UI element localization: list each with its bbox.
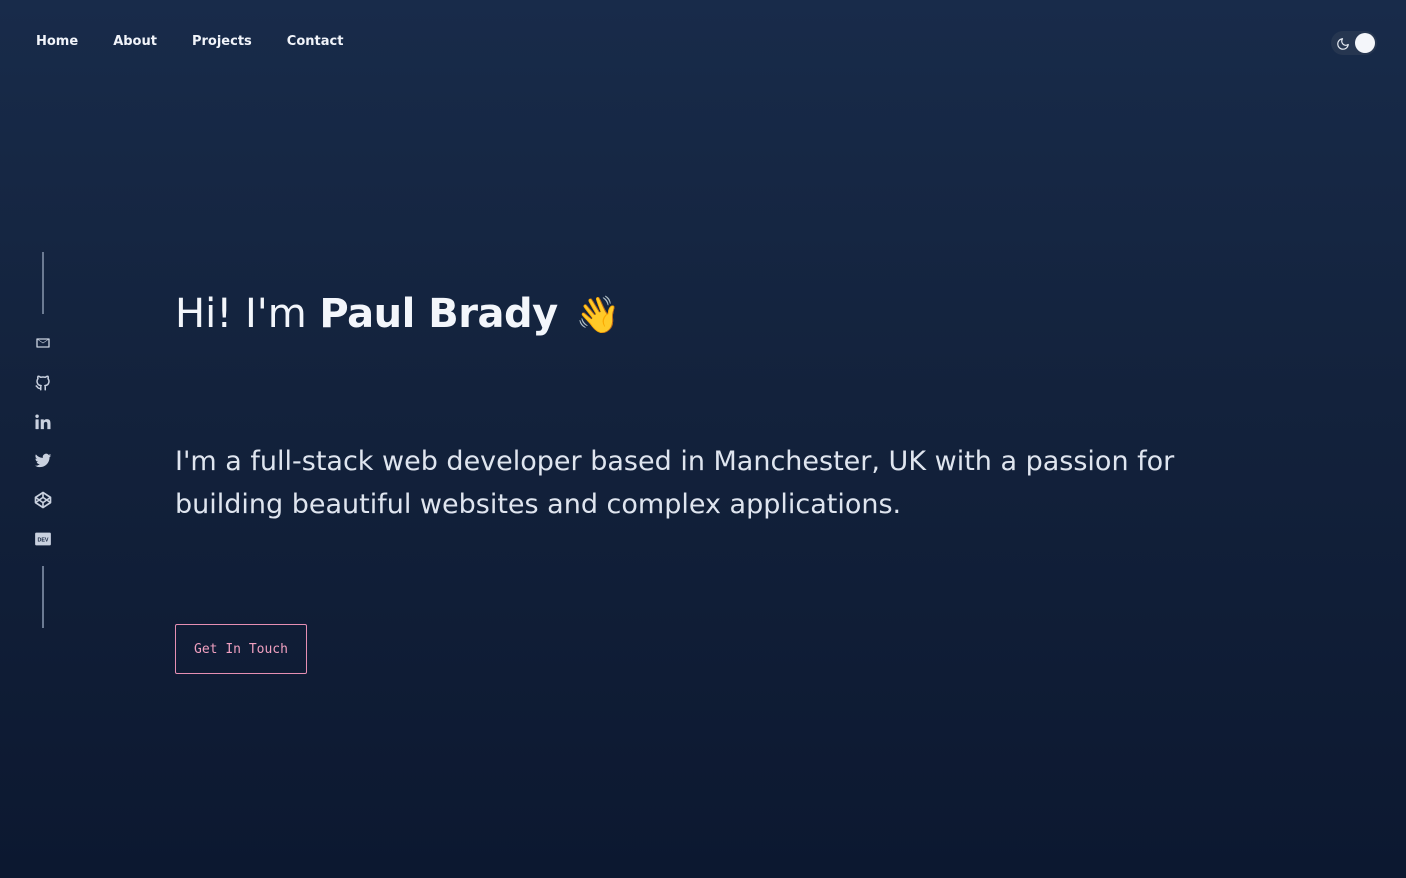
hero-name: Paul Brady — [319, 291, 558, 337]
sidebar-divider-top — [42, 252, 44, 314]
top-nav: Home About Projects Contact — [36, 33, 378, 51]
nav-contact-link[interactable]: Contact — [287, 33, 344, 51]
sidebar-divider-bottom — [42, 566, 44, 628]
dev-link[interactable]: DEV — [30, 530, 56, 550]
dev-icon: DEV — [30, 530, 56, 548]
twitter-link[interactable] — [30, 452, 56, 472]
toggle-knob — [1355, 33, 1375, 53]
nav-about-link[interactable]: About — [113, 33, 157, 51]
wave-emoji-icon: 👋 — [575, 295, 621, 336]
twitter-icon — [30, 452, 56, 470]
nav-home-link[interactable]: Home — [36, 33, 78, 51]
codepen-icon — [30, 491, 56, 509]
theme-toggle[interactable] — [1331, 31, 1377, 55]
get-in-touch-button[interactable]: Get In Touch — [175, 624, 307, 674]
email-icon — [30, 335, 56, 351]
github-icon — [30, 374, 56, 392]
svg-text:DEV: DEV — [37, 538, 48, 544]
hero: Hi! I'm Paul Brady 👋 — [175, 286, 621, 344]
nav-projects-link[interactable]: Projects — [192, 33, 252, 51]
social-sidebar: DEV — [30, 252, 56, 628]
hero-greeting: Hi! I'm — [175, 291, 307, 337]
hero-title: Hi! I'm Paul Brady 👋 — [175, 286, 621, 344]
codepen-link[interactable] — [30, 491, 56, 511]
email-link[interactable] — [30, 335, 56, 355]
linkedin-icon — [30, 413, 56, 431]
hero-description: I'm a full-stack web developer based in … — [175, 446, 1175, 520]
github-link[interactable] — [30, 374, 56, 394]
moon-icon — [1336, 36, 1350, 50]
linkedin-link[interactable] — [30, 413, 56, 433]
